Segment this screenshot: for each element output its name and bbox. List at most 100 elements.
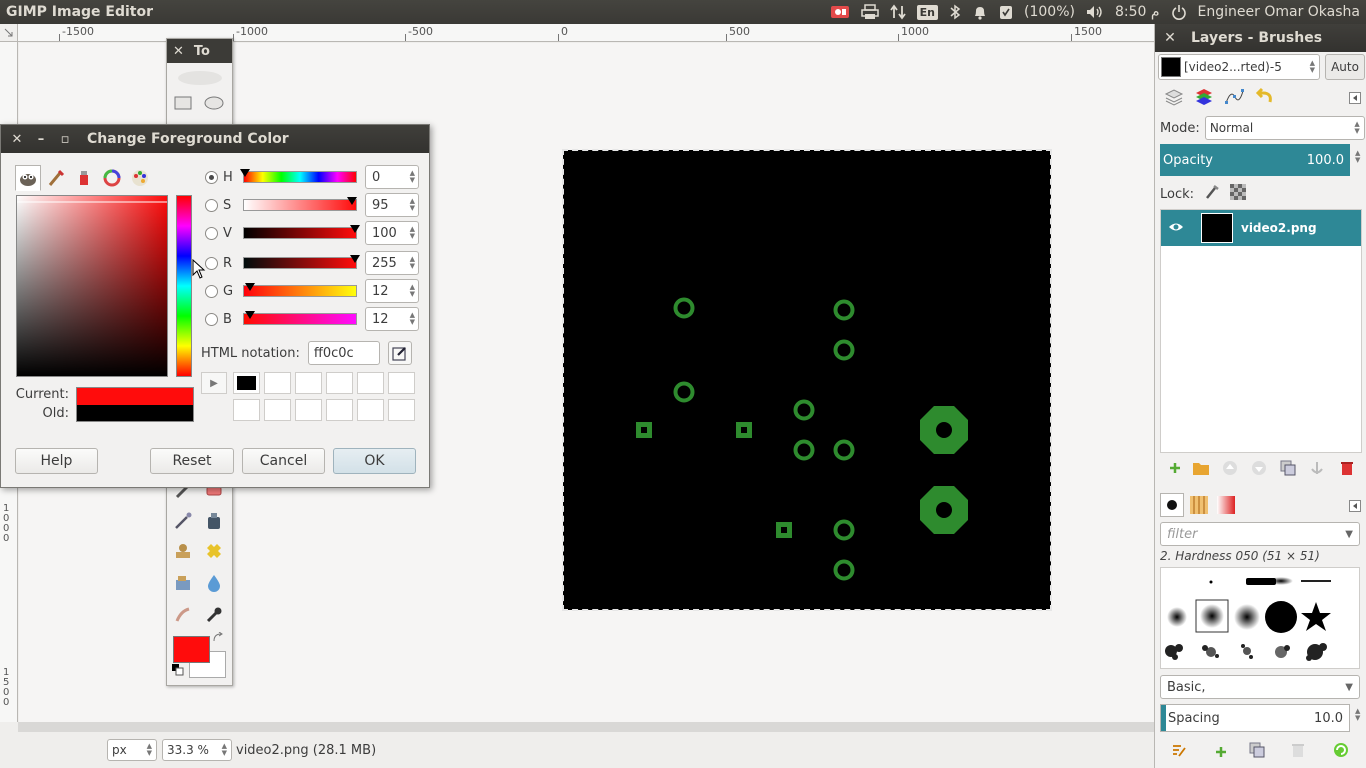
- add-to-history-button[interactable]: ▶: [201, 372, 227, 394]
- horizontal-scrollbar[interactable]: [18, 722, 1154, 732]
- duplicate-layer-icon[interactable]: [1278, 458, 1298, 478]
- history-swatch[interactable]: [357, 399, 384, 421]
- opacity-spin-arrows-icon[interactable]: ▲ ▼: [1355, 150, 1360, 164]
- layers-list[interactable]: video2.png: [1160, 209, 1362, 453]
- hue-spinbox[interactable]: 0 ▲ ▼: [365, 165, 419, 189]
- maximize-icon[interactable]: ▫: [53, 132, 77, 147]
- history-swatch[interactable]: [388, 399, 415, 421]
- radio-s[interactable]: [205, 198, 218, 212]
- blue-slider[interactable]: [243, 311, 357, 325]
- auto-button[interactable]: Auto: [1325, 54, 1365, 80]
- network-icon[interactable]: [889, 0, 906, 24]
- bluetooth-icon[interactable]: [949, 0, 961, 24]
- minimize-icon[interactable]: –: [29, 132, 53, 147]
- notification-bell-icon[interactable]: [972, 0, 988, 24]
- close-icon[interactable]: ✕: [1155, 30, 1185, 46]
- reset-button[interactable]: Reset: [150, 448, 234, 474]
- dock-titlebar[interactable]: ✕ Layers - Brushes: [1155, 24, 1366, 52]
- red-spinbox[interactable]: 255 ▲ ▼: [365, 251, 419, 275]
- radio-r[interactable]: [205, 256, 218, 270]
- delete-layer-icon[interactable]: [1337, 458, 1357, 478]
- history-swatch[interactable]: [326, 372, 353, 394]
- foreground-color-swatch[interactable]: [173, 636, 210, 663]
- battery-icon[interactable]: [999, 0, 1013, 24]
- heal-tool[interactable]: [202, 539, 226, 563]
- default-colors-icon[interactable]: [171, 663, 185, 677]
- layer-item[interactable]: video2.png: [1161, 210, 1361, 246]
- history-swatch[interactable]: [233, 399, 260, 421]
- clock[interactable]: 8:50 م: [1115, 0, 1160, 24]
- anchor-layer-icon[interactable]: [1307, 458, 1327, 478]
- history-swatch[interactable]: [264, 399, 291, 421]
- history-swatch[interactable]: [295, 372, 322, 394]
- ellipse-select-tool[interactable]: [202, 91, 226, 115]
- keyboard-layout-indicator[interactable]: En: [916, 0, 939, 24]
- channels-tab-icon[interactable]: [1190, 84, 1218, 110]
- airbrush-tool[interactable]: [171, 509, 195, 533]
- history-swatch[interactable]: [326, 399, 353, 421]
- green-spinbox[interactable]: 12 ▲ ▼: [365, 279, 419, 303]
- value-spinbox[interactable]: 100 ▲ ▼: [365, 221, 419, 245]
- clone-tool[interactable]: [171, 539, 195, 563]
- session-power-icon[interactable]: [1171, 0, 1187, 24]
- dodge-burn-tool[interactable]: [202, 603, 226, 627]
- history-swatch[interactable]: [233, 372, 260, 394]
- dock-menu-icon[interactable]: [1345, 88, 1365, 108]
- green-slider[interactable]: [243, 283, 357, 297]
- brushes-tab-icon[interactable]: [1160, 493, 1184, 517]
- spacing-slider[interactable]: Spacing 10.0: [1160, 704, 1350, 732]
- printer-icon[interactable]: [860, 0, 879, 24]
- dock-menu-icon[interactable]: [1345, 496, 1365, 516]
- new-layer-group-icon[interactable]: [1191, 458, 1211, 478]
- raise-layer-icon[interactable]: [1220, 458, 1240, 478]
- tab-wheel[interactable]: [99, 165, 125, 191]
- lock-alpha-icon[interactable]: [1230, 184, 1247, 204]
- image-select[interactable]: [video2...rted)-5 ▲ ▼: [1158, 54, 1320, 80]
- smudge-tool[interactable]: [171, 603, 195, 627]
- radio-g[interactable]: [205, 284, 218, 298]
- unit-select[interactable]: px ▲ ▼: [107, 739, 157, 761]
- image-canvas[interactable]: [562, 149, 1052, 611]
- hue-slider[interactable]: [240, 169, 357, 183]
- blue-spinbox[interactable]: 12 ▲ ▼: [365, 307, 419, 331]
- gradients-tab-icon[interactable]: [1214, 493, 1238, 517]
- saturation-value-square[interactable]: [16, 195, 168, 377]
- history-swatch[interactable]: [357, 372, 384, 394]
- duplicate-brush-icon[interactable]: [1247, 740, 1267, 760]
- delete-brush-icon[interactable]: [1288, 740, 1308, 760]
- brush-tag-select[interactable]: Basic, ▼: [1160, 675, 1360, 699]
- color-picker-button[interactable]: [387, 341, 412, 365]
- refresh-brushes-icon[interactable]: [1331, 740, 1351, 760]
- rect-select-tool[interactable]: [171, 91, 195, 115]
- brush-filter-input[interactable]: filter ▼: [1160, 522, 1360, 546]
- history-swatch[interactable]: [295, 399, 322, 421]
- saturation-spinbox[interactable]: 95 ▲ ▼: [365, 193, 419, 217]
- html-notation-input[interactable]: ff0c0c: [307, 341, 380, 365]
- brush-grid[interactable]: [1160, 567, 1360, 669]
- toolbox-titlebar[interactable]: ✕ To: [167, 39, 232, 63]
- new-layer-icon[interactable]: [1165, 458, 1185, 478]
- radio-v[interactable]: [205, 226, 218, 240]
- swap-colors-icon[interactable]: [211, 631, 225, 645]
- volume-icon[interactable]: [1086, 0, 1104, 24]
- mode-select[interactable]: Normal ▲ ▼: [1204, 116, 1365, 140]
- help-button[interactable]: Help: [15, 448, 98, 474]
- screen-recorder-icon[interactable]: [830, 0, 850, 24]
- radio-h[interactable]: [205, 170, 218, 184]
- tab-watercolor[interactable]: [43, 165, 69, 191]
- hue-strip[interactable]: [176, 195, 192, 377]
- opacity-slider[interactable]: Opacity 100.0: [1160, 144, 1350, 176]
- value-slider[interactable]: [243, 225, 360, 239]
- dialog-titlebar[interactable]: ✕ – ▫ Change Foreground Color: [1, 125, 429, 153]
- tab-gimp-selector[interactable]: [15, 165, 41, 191]
- ink-tool[interactable]: [202, 509, 226, 533]
- user-name[interactable]: Engineer Omar Okasha: [1198, 0, 1360, 24]
- paths-tab-icon[interactable]: [1220, 84, 1248, 110]
- tab-cmyk[interactable]: [71, 165, 97, 191]
- history-swatch[interactable]: [388, 372, 415, 394]
- perspective-clone-tool[interactable]: [171, 571, 195, 595]
- zoom-select[interactable]: 33.3 % ▲ ▼: [162, 739, 232, 761]
- close-icon[interactable]: ✕: [5, 132, 29, 147]
- ok-button[interactable]: OK: [333, 448, 416, 474]
- red-slider[interactable]: [243, 255, 360, 269]
